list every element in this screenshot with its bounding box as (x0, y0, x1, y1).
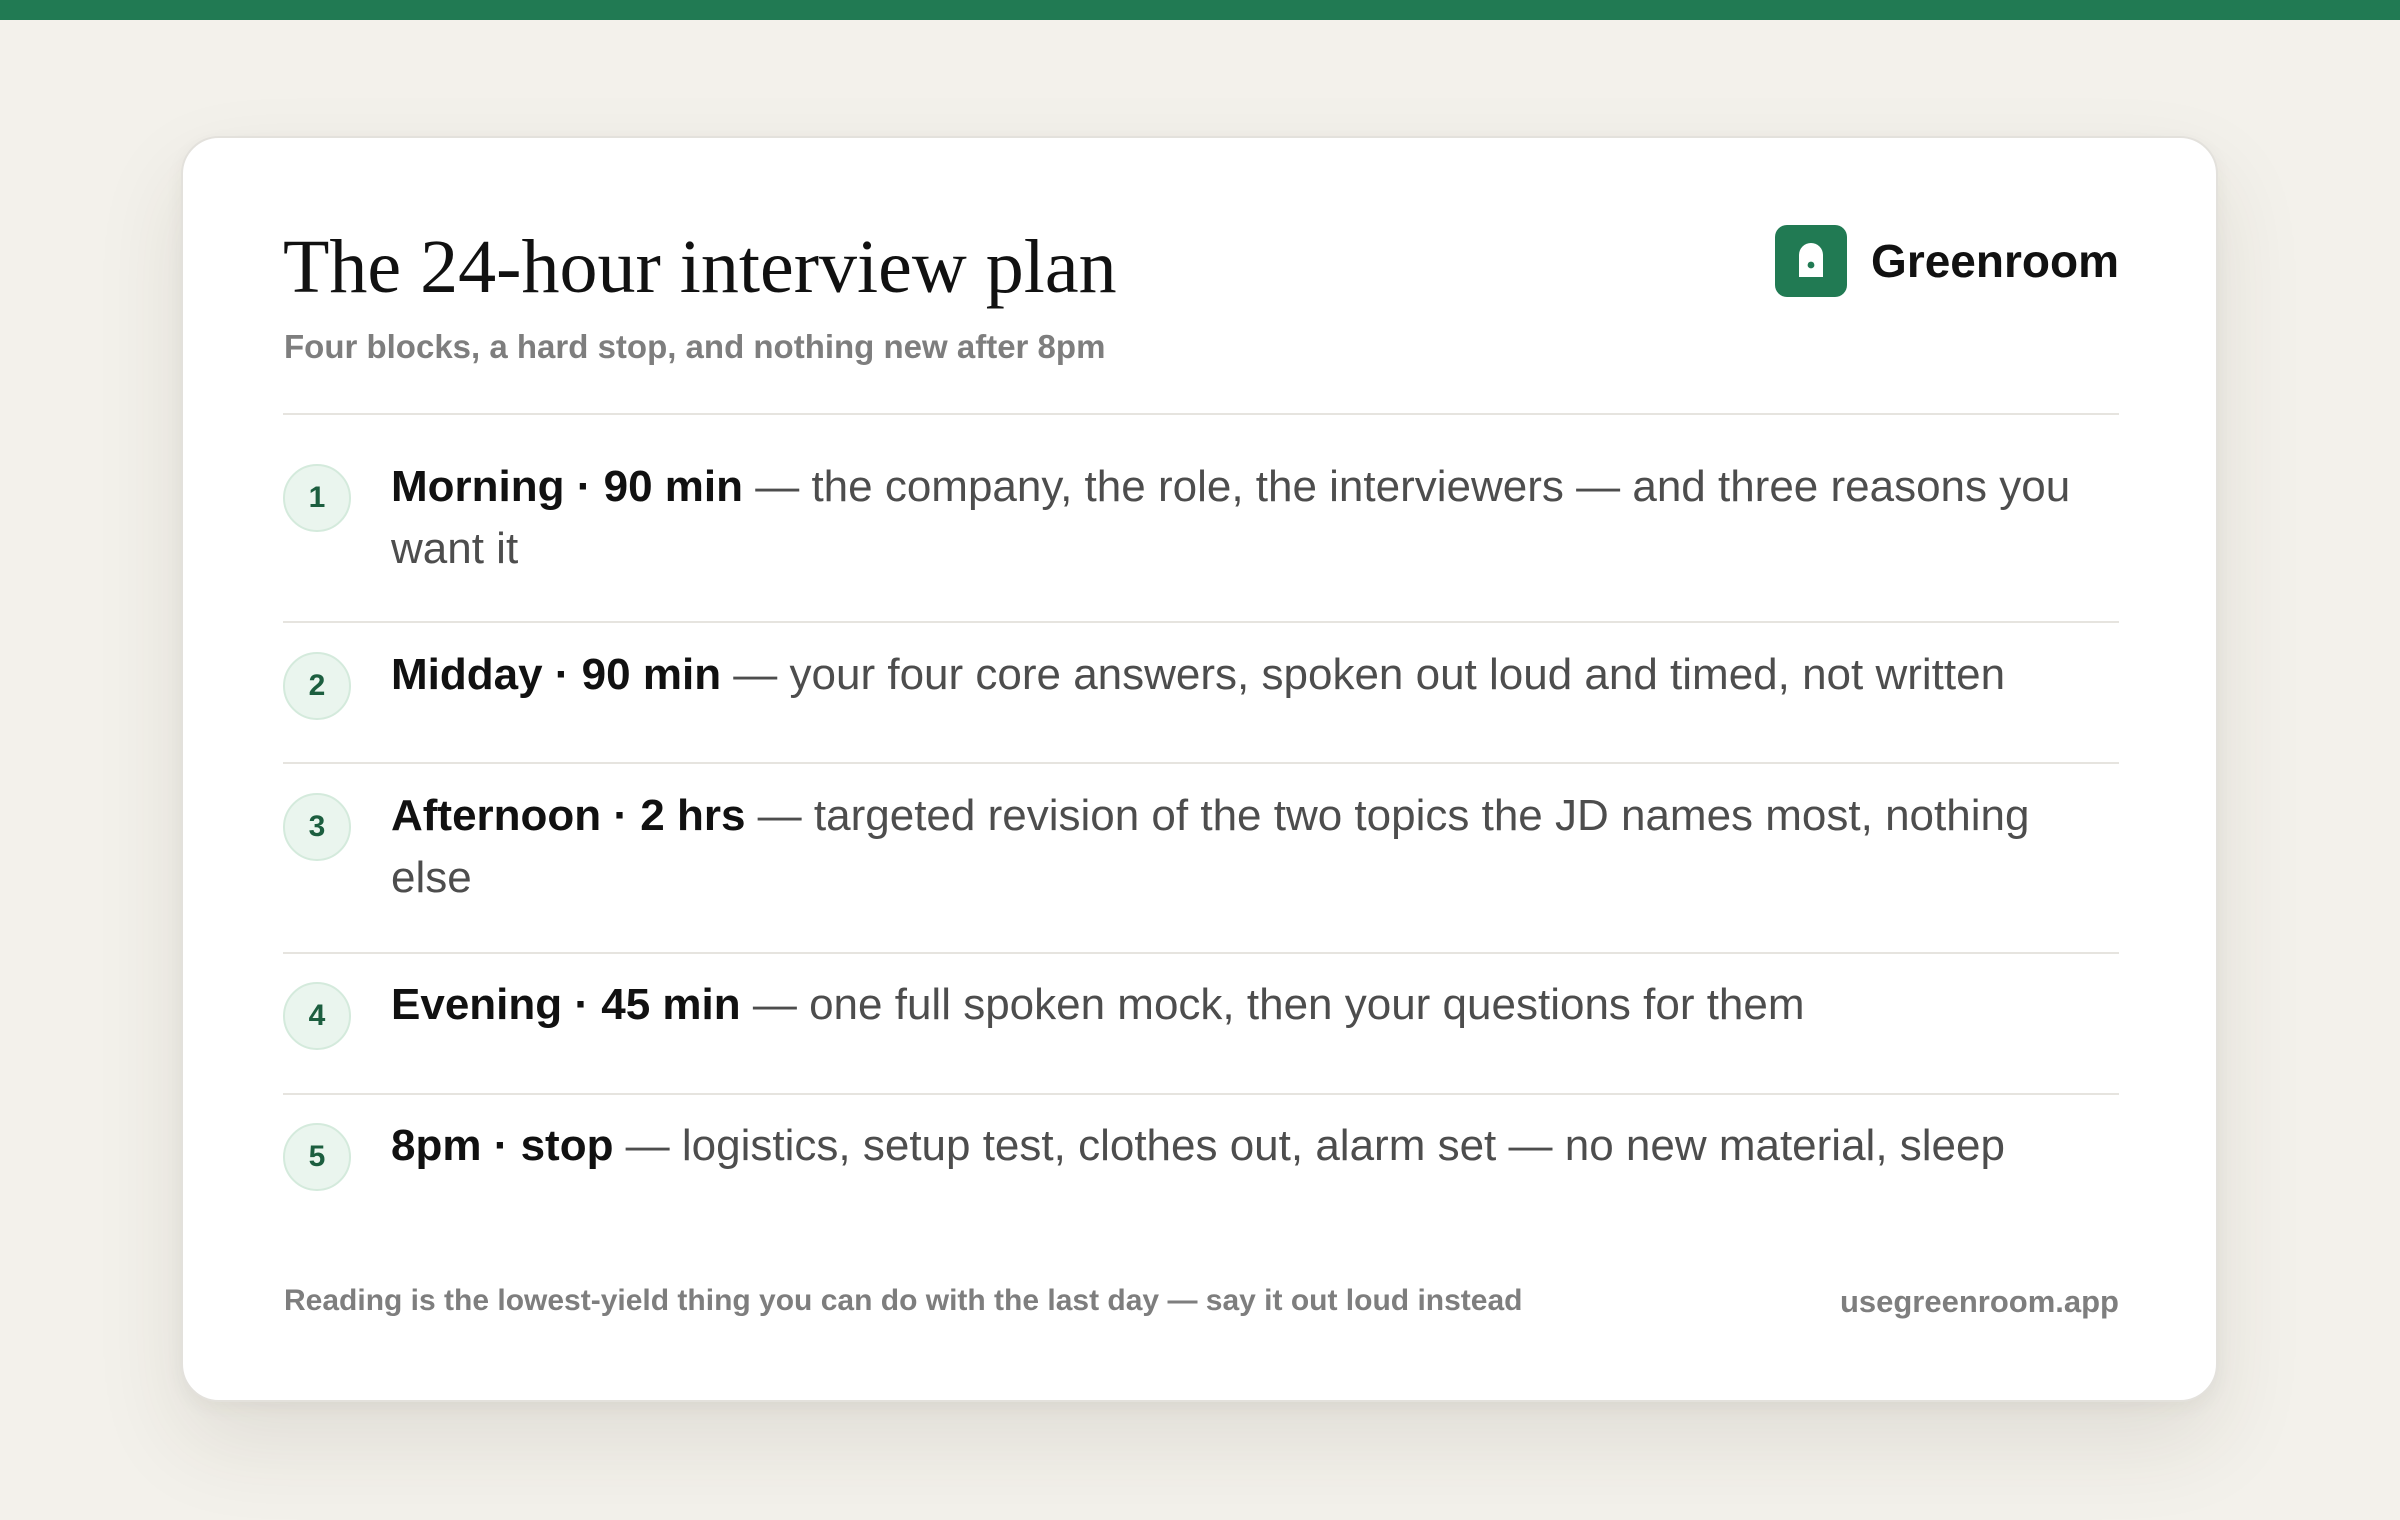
row-divider (283, 952, 2119, 954)
row-divider (283, 621, 2119, 623)
step-title: Morning · 90 min (391, 462, 743, 511)
lock-icon (1775, 225, 1848, 297)
footer-url[interactable]: usegreenroom.app (1840, 1284, 2119, 1320)
step-number: 1 (283, 464, 351, 532)
page-title: The 24-hour interview plan (283, 225, 1117, 309)
row-divider (283, 762, 2119, 764)
step-number: 4 (283, 982, 351, 1050)
step-description: — your four core answers, spoken out lou… (721, 650, 2006, 699)
step-description: — one full spoken mock, then your questi… (740, 980, 1805, 1029)
top-accent-bar (0, 0, 2400, 20)
step-title: Midday · 90 min (391, 650, 722, 699)
step-number: 2 (283, 652, 351, 720)
step-title: 8pm · stop (391, 1121, 614, 1170)
row-divider (283, 1093, 2119, 1095)
step-text: 8pm · stop — logistics, setup test, clot… (391, 1115, 2119, 1177)
step-number: 5 (283, 1123, 351, 1191)
header-divider (283, 413, 2119, 415)
step-title: Afternoon · 2 hrs (391, 791, 746, 840)
step-number: 3 (283, 793, 351, 861)
step-text: Midday · 90 min — your four core answers… (391, 644, 2119, 706)
footer-note: Reading is the lowest-yield thing you ca… (284, 1284, 1523, 1317)
plan-card: The 24-hour interview plan Four blocks, … (181, 136, 2218, 1402)
brand: Greenroom (1775, 225, 2119, 297)
page-subtitle: Four blocks, a hard stop, and nothing ne… (284, 328, 1106, 365)
step-title: Evening · 45 min (391, 980, 741, 1029)
step-text: Evening · 45 min — one full spoken mock,… (391, 974, 2119, 1036)
brand-name: Greenroom (1871, 235, 2119, 287)
step-description: — logistics, setup test, clothes out, al… (613, 1121, 2005, 1170)
step-text: Morning · 90 min — the company, the role… (391, 456, 2119, 580)
step-text: Afternoon · 2 hrs — targeted revision of… (391, 785, 2119, 909)
